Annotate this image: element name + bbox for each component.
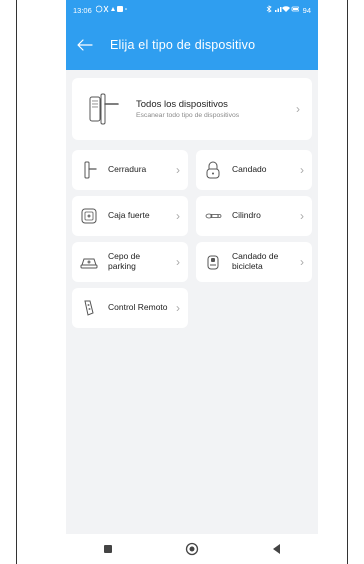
notification-icons <box>95 5 128 15</box>
chevron-right-icon: › <box>296 102 300 116</box>
chevron-right-icon: › <box>176 301 180 315</box>
back-button[interactable] <box>264 540 288 558</box>
right-frame-line <box>347 0 348 564</box>
remote-control-icon <box>80 299 98 317</box>
all-devices-subtitle: Escanear todo tipo de dispositivos <box>136 112 240 119</box>
device-card-cerradura[interactable]: Cerradura › <box>72 150 188 190</box>
device-label: Caja fuerte <box>108 210 150 221</box>
device-card-candado-bicicleta[interactable]: Candado de bicicleta › <box>196 242 312 282</box>
cylinder-icon <box>204 207 222 225</box>
device-card-cepo-parking[interactable]: Cepo de parking › <box>72 242 188 282</box>
padlock-icon <box>204 161 222 179</box>
page-title: Elija el tipo de dispositivo <box>110 38 256 52</box>
battery-level: 94 <box>302 5 311 15</box>
safe-icon <box>80 207 98 225</box>
system-nav-bar <box>66 534 318 564</box>
door-lock-icon <box>80 161 98 179</box>
device-label: Control Remoto <box>108 302 168 313</box>
status-time: 13:06 <box>73 5 92 15</box>
device-label: Candado <box>232 164 267 175</box>
device-card-control-remoto[interactable]: Control Remoto › <box>72 288 188 328</box>
recent-apps-button[interactable] <box>96 540 120 558</box>
phone-screen: 13:06 94 Elija el tipo de dispositivo To… <box>66 0 318 564</box>
all-devices-card[interactable]: Todos los dispositivos Escanear todo tip… <box>72 78 312 140</box>
device-card-cilindro[interactable]: Cilindro › <box>196 196 312 236</box>
chevron-right-icon: › <box>176 163 180 177</box>
all-devices-title: Todos los dispositivos <box>136 99 228 110</box>
device-label: Candado de bicicleta <box>232 251 279 271</box>
chevron-right-icon: › <box>176 255 180 269</box>
app-bar: Elija el tipo de dispositivo <box>66 20 318 70</box>
chevron-right-icon: › <box>176 209 180 223</box>
status-bar: 13:06 94 <box>66 0 318 20</box>
device-card-candado[interactable]: Candado › <box>196 150 312 190</box>
bluetooth-signal-wifi-icons <box>265 5 300 15</box>
parking-lock-icon <box>80 253 98 271</box>
device-label: Cepo de parking <box>108 251 141 271</box>
chevron-right-icon: › <box>300 209 304 223</box>
left-frame-line <box>16 0 17 564</box>
home-button[interactable] <box>180 540 204 558</box>
chevron-right-icon: › <box>300 255 304 269</box>
smart-lock-icon <box>84 89 124 129</box>
device-card-caja-fuerte[interactable]: Caja fuerte › <box>72 196 188 236</box>
bike-lock-icon <box>204 253 222 271</box>
device-label: Cilindro <box>232 210 261 221</box>
device-label: Cerradura <box>108 164 147 175</box>
arrow-left-icon[interactable] <box>76 36 94 54</box>
chevron-right-icon: › <box>300 163 304 177</box>
